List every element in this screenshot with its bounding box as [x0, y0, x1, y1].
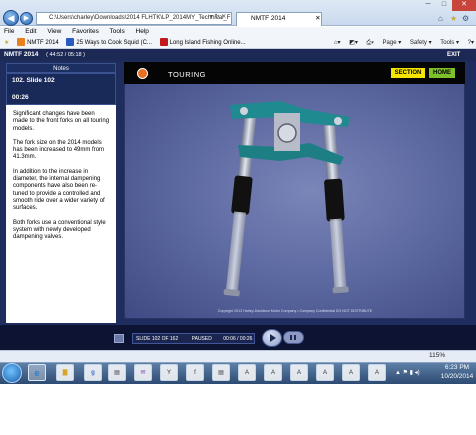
back-button[interactable]: ◀	[3, 10, 19, 26]
folder-taskbar-icon[interactable]: ▇	[56, 364, 74, 381]
page-menu[interactable]: Page ▾	[383, 40, 402, 46]
taskbar-app-icon[interactable]: A	[290, 364, 308, 381]
start-button[interactable]	[2, 363, 22, 383]
playback-time: 00:06 / 00:26	[223, 336, 253, 342]
slide-counter: SLIDE 102 OF 162	[136, 336, 179, 342]
play-icon	[270, 334, 276, 342]
zoom-level[interactable]: 115%	[429, 352, 445, 359]
taskbar-app-icon[interactable]: ✉	[134, 364, 152, 381]
favorite-label: NMTF 2014	[27, 40, 59, 46]
taskbar-app-icon[interactable]: ▤	[212, 364, 230, 381]
favorite-item[interactable]: NMTF 2014	[17, 37, 59, 49]
exit-button[interactable]: EXIT	[447, 52, 460, 58]
minimize-button[interactable]: ─	[420, 0, 436, 11]
taskbar-app-icon[interactable]: A	[368, 364, 386, 381]
feeds-icon[interactable]: ◩▾	[349, 40, 358, 46]
clock-time[interactable]: 6:23 PM	[440, 364, 474, 371]
menu-view[interactable]: View	[47, 28, 61, 35]
favorite-label: Long Island Fishing Online...	[169, 40, 246, 46]
refresh-icon[interactable]: ▾ ↻ ✕	[210, 13, 226, 20]
favorites-star-icon[interactable]: ★	[450, 14, 457, 23]
tab-label: NMTF 2014	[251, 15, 286, 22]
home-icon[interactable]: ⌂▾	[334, 40, 341, 46]
playback-status: PAUSED	[191, 336, 212, 342]
taskbar-app-icon[interactable]: A	[316, 364, 334, 381]
menu-help[interactable]: Help	[136, 28, 149, 35]
taskbar-app-icon[interactable]: Y	[160, 364, 178, 381]
home-icon[interactable]: ⌂	[438, 14, 443, 23]
slide-number-label: 102. Slide 102	[12, 77, 55, 84]
ie-taskbar-icon[interactable]: e	[28, 364, 46, 381]
slide-title: TOURING	[168, 70, 206, 79]
menu-bar: File Edit View Favorites Tools Help	[0, 27, 476, 37]
forward-button[interactable]: ▶	[20, 12, 33, 25]
gear-icon[interactable]: ⚙	[462, 14, 469, 23]
blank-area	[0, 384, 476, 435]
favorite-label: 25 Ways to Cook Squid (C...	[76, 40, 152, 46]
section-button[interactable]: SECTION	[391, 68, 425, 78]
favorite-item[interactable]: Long Island Fishing Online...	[159, 37, 246, 49]
copyright-text: Copyright 2013 Harley-Davidson Motor Com…	[217, 309, 373, 313]
progress-display: SLIDE 102 OF 162 PAUSED 00:06 / 00:26	[132, 333, 255, 344]
print-icon[interactable]: ⎙▾	[367, 40, 374, 46]
command-bar: ⌂▾ ◩▾ ⎙▾ Page ▾ Safety ▾ Tools ▾ ?▾	[327, 37, 474, 49]
google-taskbar-icon[interactable]: g	[84, 364, 102, 381]
pause-icon	[290, 335, 296, 340]
player-header: NMTF 2014 ( 44:52 / 05:18 )	[0, 49, 476, 61]
notes-paragraph: Significant changes have been made to th…	[13, 111, 110, 132]
taskbar-app-icon[interactable]: f	[186, 364, 204, 381]
menu-edit[interactable]: Edit	[25, 28, 36, 35]
course-title: NMTF 2014	[4, 51, 39, 58]
menu-tools[interactable]: Tools	[110, 28, 125, 35]
notes-paragraph: The fork size on the 2014 models has bee…	[13, 139, 105, 161]
page-icon	[17, 38, 26, 47]
tab-nmtf[interactable]: NMTF 2014 ✕	[236, 12, 322, 26]
address-bar[interactable]: C:\Users\charley\Downloads\2014 FLHTK\LP…	[36, 12, 232, 25]
pause-button[interactable]	[283, 331, 304, 344]
menu-file[interactable]: File	[4, 28, 14, 35]
close-tab-icon[interactable]: ✕	[315, 15, 320, 22]
taskbar-app-icon[interactable]: A	[342, 364, 360, 381]
home-button[interactable]: HOME	[429, 68, 455, 78]
clock-date[interactable]: 10/20/2014	[438, 373, 476, 380]
tools-menu[interactable]: Tools ▾	[440, 40, 459, 46]
system-tray-icons[interactable]: ▲ ⚑ ▮ ◂)	[395, 369, 420, 376]
close-window-button[interactable]: ✕	[452, 0, 476, 11]
volume-icon[interactable]	[114, 334, 124, 343]
favorites-button[interactable]: ★	[4, 37, 9, 49]
page-icon	[66, 38, 75, 47]
front-fork-illustration	[223, 101, 350, 297]
taskbar-app-icon[interactable]: ▤	[108, 364, 126, 381]
notes-panel: Significant changes have been made to th…	[6, 105, 116, 323]
help-icon[interactable]: ?▾	[468, 40, 474, 46]
notes-paragraph: In addition to the increase in diameter,…	[13, 168, 105, 212]
harley-logo-icon	[137, 68, 148, 79]
safety-menu[interactable]: Safety ▾	[410, 40, 432, 46]
taskbar-app-icon[interactable]: A	[264, 364, 282, 381]
play-button[interactable]	[262, 329, 282, 347]
slide-elapsed: 00:26	[12, 94, 29, 101]
notes-paragraph: Both forks use a conventional style syst…	[13, 219, 106, 241]
page-icon	[159, 38, 168, 47]
menu-favorites[interactable]: Favorites	[72, 28, 99, 35]
favorite-item[interactable]: 25 Ways to Cook Squid (C...	[66, 37, 152, 49]
maximize-button[interactable]: □	[436, 0, 452, 11]
notes-tab[interactable]: Notes	[6, 63, 116, 73]
course-time: ( 44:52 / 05:18 )	[46, 52, 85, 58]
browser-statusbar	[0, 350, 476, 362]
taskbar-app-icon[interactable]: A	[238, 364, 256, 381]
